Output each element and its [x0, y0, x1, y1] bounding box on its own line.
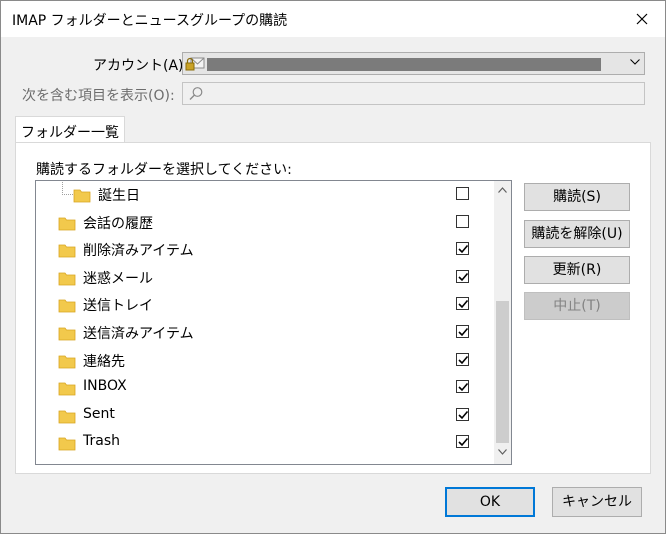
subscribe-checkbox[interactable]	[456, 242, 469, 256]
check-icon	[458, 327, 468, 337]
subscribe-checkbox[interactable]	[456, 407, 469, 421]
folder-row[interactable]: 送信済みアイテム	[36, 320, 491, 346]
folder-icon	[58, 272, 76, 286]
cancel-button[interactable]: キャンセル	[552, 487, 642, 517]
check-icon	[458, 438, 468, 447]
account-mail-icon	[185, 57, 205, 71]
subscribe-checkbox[interactable]	[456, 297, 469, 311]
subscribe-checkbox[interactable]	[456, 269, 469, 283]
title-bar: IMAP フォルダーとニュースグループの購読	[1, 1, 665, 37]
subscribe-checkbox[interactable]	[456, 352, 469, 366]
account-name-redacted	[207, 58, 601, 71]
folder-icon	[58, 299, 76, 313]
folder-list-panel: 購読するフォルダーを選択してください: 誕生日会話の履歴削除済みアイテム 迷惑メー…	[15, 142, 651, 474]
folder-list[interactable]: 誕生日会話の履歴削除済みアイテム 迷惑メール送信トレイ送信済みアイテム 連絡先 INB…	[35, 180, 512, 465]
folder-list-instruction: 購読するフォルダーを選択してください:	[36, 162, 292, 178]
scroll-up-icon[interactable]	[498, 187, 507, 193]
chevron-down-icon	[630, 59, 640, 65]
scroll-down-icon[interactable]	[498, 449, 507, 455]
folder-icon	[58, 355, 76, 368]
vertical-scrollbar[interactable]	[494, 181, 511, 464]
folder-row[interactable]: INBOX	[36, 375, 491, 401]
folder-name: 送信済みアイテム	[83, 326, 194, 342]
folder-name: INBOX	[83, 378, 127, 395]
folder-name: 会話の履歴	[83, 215, 153, 232]
filter-label: 次を含む項目を表示(O):	[22, 88, 175, 104]
imap-subscription-dialog: IMAP フォルダーとニュースグループの購読 アカウント(A): 次を含む項目を…	[0, 0, 666, 534]
tab-folder-list[interactable]: フォルダー一覧(L)	[15, 116, 125, 158]
account-label: アカウント(A):	[93, 58, 189, 74]
ok-button[interactable]: OK	[445, 487, 535, 517]
subscribe-checkbox[interactable]	[456, 214, 469, 228]
folder-icon	[73, 189, 91, 203]
check-icon	[458, 410, 468, 419]
check-icon	[458, 355, 468, 364]
search-icon	[189, 87, 203, 100]
stop-button: 中止(T)	[524, 292, 630, 320]
close-icon	[636, 13, 648, 25]
subscribe-checkbox[interactable]	[456, 325, 469, 338]
check-icon	[458, 245, 468, 254]
subscribe-button[interactable]: 購読(S)	[524, 183, 630, 211]
refresh-button[interactable]: 更新(R)	[524, 256, 630, 284]
folder-name: 送信トレイ	[83, 298, 153, 315]
folder-row[interactable]: 迷惑メール	[36, 265, 491, 291]
folder-name: 迷惑メール	[83, 270, 153, 287]
scrollbar-thumb[interactable]	[496, 301, 509, 443]
account-dropdown[interactable]	[182, 52, 645, 75]
folder-icon	[58, 437, 76, 451]
subscribe-checkbox[interactable]	[456, 380, 469, 394]
folder-row[interactable]: 送信トレイ	[36, 292, 491, 318]
folder-row[interactable]: Trash	[36, 430, 491, 456]
folder-row[interactable]: 削除済みアイテム	[36, 237, 491, 263]
folder-icon	[58, 217, 76, 230]
subscribe-checkbox[interactable]	[456, 187, 469, 200]
close-button[interactable]	[625, 4, 659, 34]
folder-icon	[58, 244, 76, 258]
folder-name: 誕生日	[98, 188, 140, 204]
check-icon	[458, 272, 468, 281]
folder-name: 連絡先	[83, 353, 125, 370]
folder-icon	[58, 410, 76, 424]
subscribe-checkbox[interactable]	[456, 435, 469, 449]
filter-input[interactable]	[182, 82, 645, 105]
folder-icon	[58, 327, 76, 341]
unsubscribe-button[interactable]: 購読を解除(U)	[524, 220, 630, 248]
window-title: IMAP フォルダーとニュースグループの購読	[12, 13, 288, 29]
folder-name: Trash	[83, 433, 120, 450]
folder-row[interactable]: 連絡先	[36, 348, 491, 374]
check-icon	[458, 300, 468, 309]
folder-icon	[58, 382, 76, 396]
check-icon	[458, 383, 468, 392]
folder-name: 削除済みアイテム	[83, 243, 194, 260]
folder-row[interactable]: 誕生日	[36, 182, 491, 208]
folder-row[interactable]: Sent	[36, 403, 491, 429]
folder-name: Sent	[83, 405, 115, 422]
folder-row[interactable]: 会話の履歴	[36, 210, 491, 236]
